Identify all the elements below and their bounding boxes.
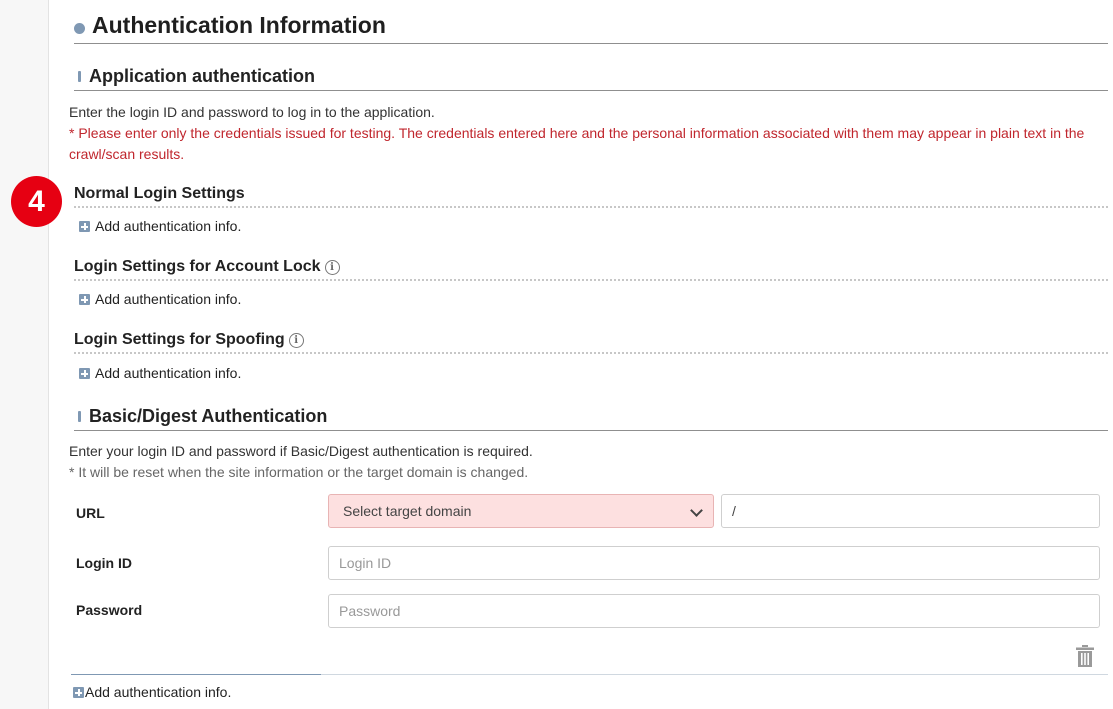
- add-spoofing-button[interactable]: Add authentication info.: [79, 365, 241, 381]
- info-circle-icon[interactable]: i: [324, 260, 340, 275]
- basic-auth-title: Basic/Digest Authentication: [89, 406, 328, 426]
- app-auth-warning: * Please enter only the credentials issu…: [69, 125, 1085, 162]
- login-id-input[interactable]: Login ID: [328, 546, 1100, 580]
- domain-select[interactable]: Select target domain: [328, 494, 714, 528]
- step-badge: 4: [11, 176, 62, 227]
- url-label: URL: [76, 505, 105, 521]
- basic-auth-header: Basic/Digest Authentication: [74, 401, 1108, 431]
- trash-icon[interactable]: [1076, 645, 1094, 667]
- account-lock-header: Login Settings for Account Lock i: [74, 258, 1108, 281]
- page-header: Authentication Information: [74, 10, 1108, 44]
- spoofing-title: Login Settings for Spoofing: [74, 331, 285, 348]
- add-auth-label: Add authentication info.: [85, 684, 232, 700]
- app-auth-title: Application authentication: [89, 66, 316, 86]
- info-circle-icon[interactable]: i: [288, 333, 304, 348]
- account-lock-title-wrap: Login Settings for Account Lock i: [74, 258, 340, 276]
- normal-login-title: Normal Login Settings: [74, 185, 245, 202]
- add-normal-login-button[interactable]: Add authentication info.: [79, 218, 241, 234]
- add-auth-label: Add authentication info.: [95, 291, 242, 307]
- add-account-lock-button[interactable]: Add authentication info.: [79, 291, 241, 307]
- plus-square-icon: [79, 294, 90, 305]
- circle-bullet-icon: [74, 23, 85, 34]
- left-gutter: [0, 0, 49, 709]
- app-auth-description: Enter the login ID and password to log i…: [69, 104, 435, 120]
- plus-square-icon: [79, 368, 90, 379]
- basic-auth-description: Enter your login ID and password if Basi…: [69, 443, 533, 459]
- spoofing-header: Login Settings for Spoofing i: [74, 331, 1108, 354]
- path-input[interactable]: /: [721, 494, 1100, 528]
- bar-marker-icon: [78, 71, 81, 82]
- password-input[interactable]: Password: [328, 594, 1100, 628]
- domain-select-value: Select target domain: [343, 503, 472, 519]
- password-label: Password: [76, 602, 143, 618]
- spoofing-title-wrap: Login Settings for Spoofing i: [74, 331, 304, 349]
- plus-square-icon: [73, 687, 84, 698]
- plus-square-icon: [79, 221, 90, 232]
- add-auth-label: Add authentication info.: [95, 365, 242, 381]
- account-lock-title: Login Settings for Account Lock: [74, 258, 321, 275]
- bar-marker-icon: [78, 411, 81, 422]
- add-basic-auth-button[interactable]: Add authentication info.: [73, 684, 231, 700]
- normal-login-header: Normal Login Settings: [74, 185, 1108, 208]
- page-title: Authentication Information: [92, 12, 386, 38]
- basic-auth-note: * It will be reset when the site informa…: [69, 464, 529, 480]
- divider: [71, 674, 321, 675]
- chevron-down-icon: [690, 504, 703, 517]
- divider: [321, 674, 1108, 675]
- app-auth-header: Application authentication: [74, 61, 1108, 91]
- login-id-label: Login ID: [76, 555, 132, 571]
- add-auth-label: Add authentication info.: [95, 218, 242, 234]
